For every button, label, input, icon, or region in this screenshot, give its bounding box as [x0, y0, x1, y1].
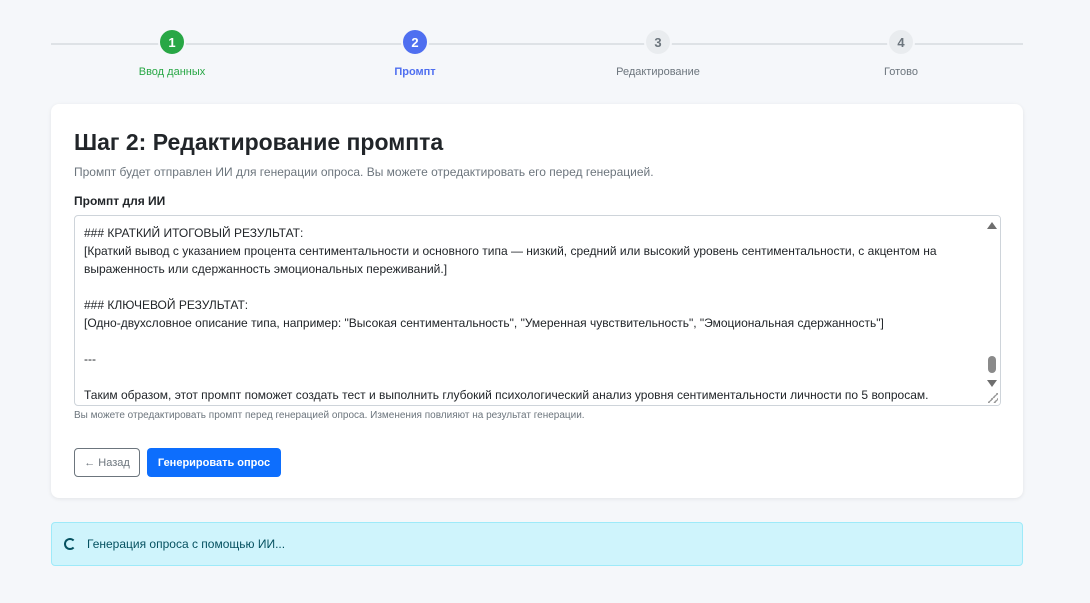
- generate-survey-button[interactable]: Генерировать опрос: [147, 448, 281, 477]
- loading-spinner-icon: [64, 538, 76, 550]
- prompt-card: Шаг 2: Редактирование промпта Промпт буд…: [51, 104, 1023, 498]
- step-label: Промпт: [394, 66, 436, 78]
- step-number: 2: [401, 28, 429, 56]
- step-label: Ввод данных: [138, 66, 206, 78]
- step-number: 4: [887, 28, 915, 56]
- prompt-help-text: Вы можете отредактировать промпт перед г…: [74, 410, 585, 421]
- step-label: Редактирование: [616, 66, 700, 78]
- step-label: Готово: [884, 66, 918, 78]
- scroll-thumb[interactable]: [988, 356, 996, 373]
- prompt-field-label: Промпт для ИИ: [74, 194, 166, 208]
- prompt-scrollbar[interactable]: [984, 216, 1000, 405]
- scroll-down-arrow-icon[interactable]: [987, 380, 997, 387]
- resize-handle-icon[interactable]: [988, 393, 998, 403]
- step-number: 1: [158, 28, 186, 56]
- back-button[interactable]: ← Назад: [74, 448, 140, 477]
- prompt-textarea[interactable]: ### КРАТКИЙ ИТОГОВЫЙ РЕЗУЛЬТАТ: [Краткий…: [75, 216, 984, 405]
- step-input-data: 1 Ввод данных: [102, 28, 242, 78]
- step-editing: 3 Редактирование: [588, 28, 728, 78]
- page-title: Шаг 2: Редактирование промпта: [74, 129, 444, 155]
- generation-status-alert: Генерация опроса с помощью ИИ...: [51, 522, 1023, 566]
- prompt-textarea-wrapper: ### КРАТКИЙ ИТОГОВЫЙ РЕЗУЛЬТАТ: [Краткий…: [74, 215, 1001, 406]
- step-prompt: 2 Промпт: [345, 28, 485, 78]
- step-done: 4 Готово: [831, 28, 971, 78]
- card-description: Промпт будет отправлен ИИ для генерации …: [74, 165, 654, 179]
- progress-stepper: 1 Ввод данных 2 Промпт 3 Редактирование …: [51, 28, 1023, 88]
- step-number: 3: [644, 28, 672, 56]
- alert-text: Генерация опроса с помощью ИИ...: [87, 537, 286, 551]
- scroll-up-arrow-icon[interactable]: [987, 222, 997, 229]
